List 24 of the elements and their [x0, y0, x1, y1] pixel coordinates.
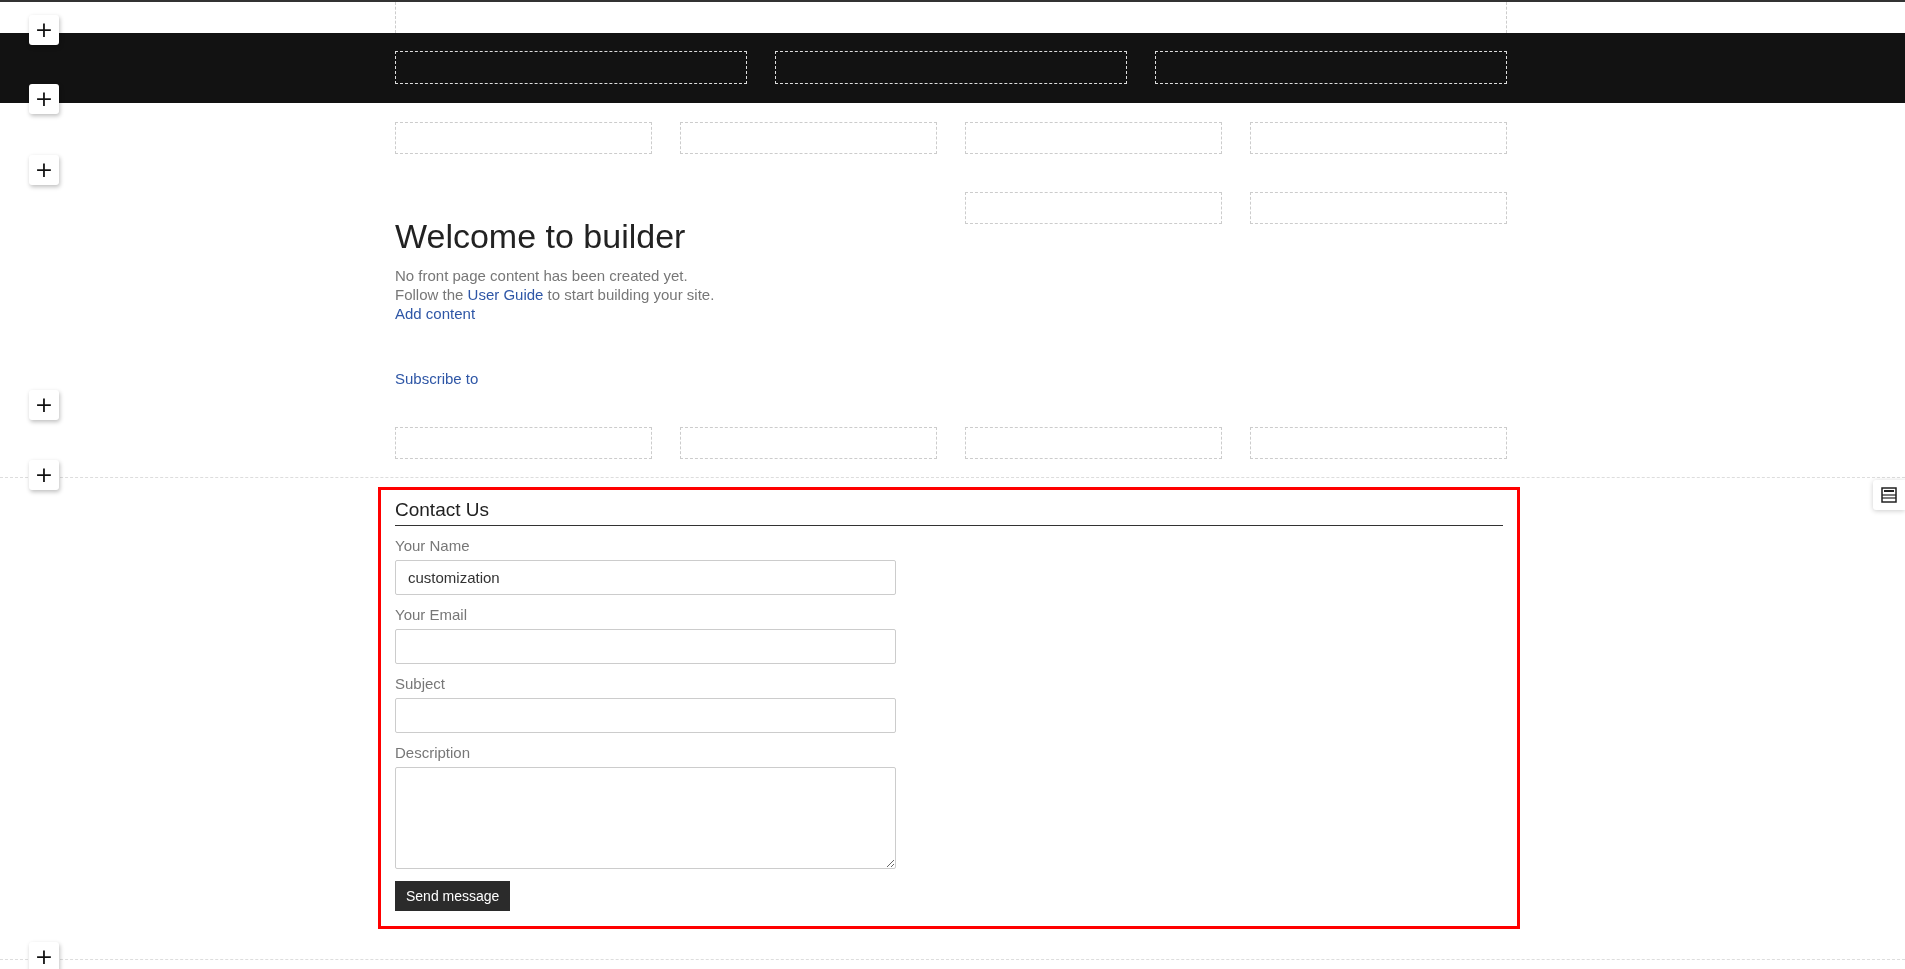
subscribe-link[interactable]: Subscribe to	[395, 369, 479, 388]
input-field[interactable]: customization	[395, 560, 896, 595]
add-section-button[interactable]: +	[29, 460, 59, 490]
add-section-button[interactable]: +	[29, 15, 59, 45]
field-label: Description	[395, 743, 471, 763]
add-section-button[interactable]: +	[29, 84, 59, 114]
add-section-button[interactable]: +	[29, 942, 59, 969]
guide-text: Follow the User Guide to start building your site.	[395, 285, 716, 304]
field-label: Your Email	[395, 605, 467, 625]
intro-text: No front page content has been created yet.	[395, 266, 689, 285]
input-field[interactable]	[395, 698, 896, 733]
field-label: Your Name	[395, 536, 470, 556]
field-label: Subject	[395, 674, 446, 694]
user-guide-link[interactable]: User Guide	[467, 286, 544, 303]
form-block-button[interactable]	[1873, 480, 1905, 510]
add-content-link[interactable]: Add content	[395, 304, 476, 323]
send-button[interactable]: Send message	[395, 881, 511, 911]
description-field[interactable]	[395, 767, 896, 869]
page-title: Welcome to builder	[395, 216, 687, 256]
form-icon	[1881, 487, 1897, 503]
add-section-button[interactable]: +	[29, 390, 59, 420]
add-section-button[interactable]: +	[29, 155, 59, 185]
input-field[interactable]	[395, 629, 896, 664]
form-title: Contact Us	[395, 498, 1503, 526]
